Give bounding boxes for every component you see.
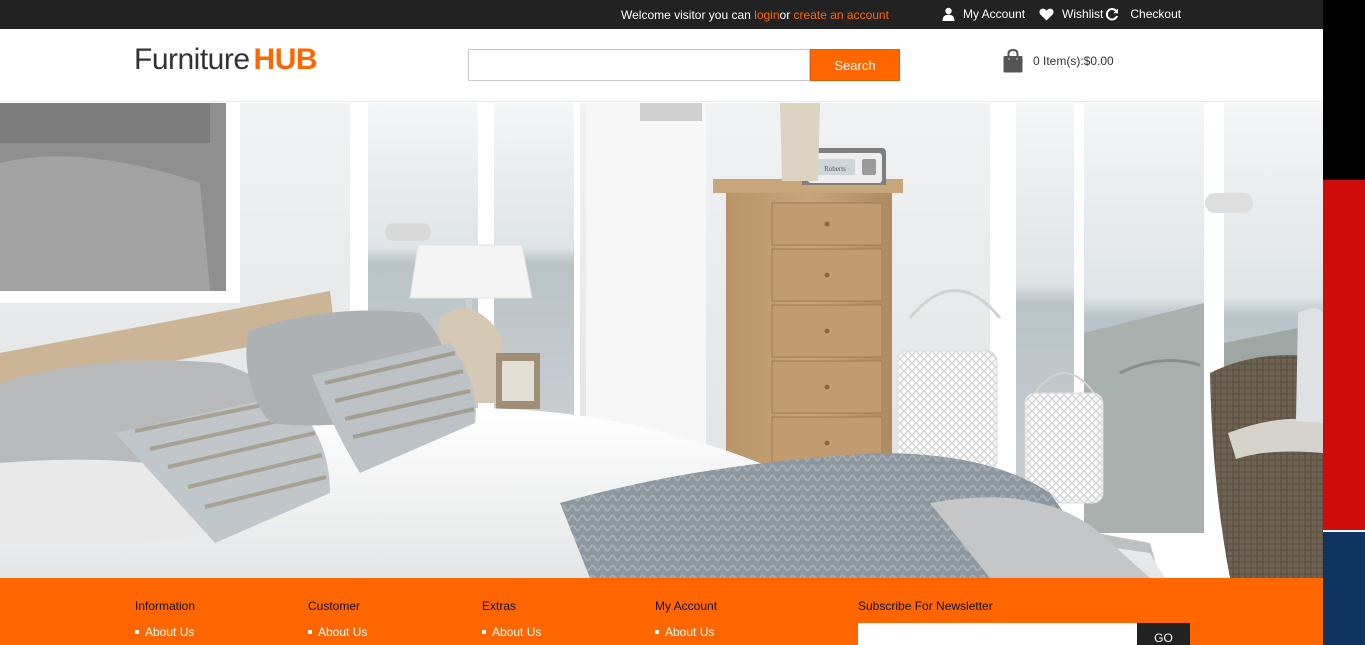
welcome-prefix: Welcome visitor you can: [621, 8, 755, 22]
user-icon: [942, 7, 955, 21]
footer-link-about-us[interactable]: About Us: [308, 625, 367, 639]
search-input[interactable]: [468, 49, 810, 81]
bullet-icon: [482, 630, 486, 634]
search-button[interactable]: Search: [810, 49, 900, 81]
site-footer: Information About Us Customer About Us E…: [0, 578, 1323, 645]
newsletter-email-input[interactable]: [858, 623, 1137, 645]
page: Welcome visitor you can loginor create a…: [0, 0, 1365, 645]
logo-main: Furniture: [134, 43, 250, 76]
create-account-link[interactable]: create an account: [794, 8, 889, 22]
footer-column-extras: Extras About Us: [482, 599, 541, 639]
cart-summary[interactable]: 0 Item(s):$0.00: [1003, 49, 1114, 73]
bullet-icon: [135, 630, 139, 634]
newsletter-section: Subscribe For Newsletter GO: [858, 599, 1190, 645]
or-text: or: [779, 8, 794, 22]
hero-banner[interactable]: Roberts: [0, 103, 1323, 578]
wishlist-label: Wishlist: [1062, 7, 1104, 21]
login-link[interactable]: login: [754, 8, 779, 22]
checkout-label: Checkout: [1130, 7, 1182, 21]
top-bar: Welcome visitor you can loginor create a…: [0, 0, 1323, 29]
refresh-icon: [1106, 8, 1119, 21]
wishlist-link[interactable]: Wishlist: [1039, 7, 1103, 21]
bullet-icon: [655, 630, 659, 634]
my-account-link[interactable]: My Account: [942, 7, 1025, 21]
site-header: Furniture HUB Search 0 Item(s):$0.00: [0, 29, 1323, 102]
bullet-icon: [308, 630, 312, 634]
newsletter-title: Subscribe For Newsletter: [858, 599, 993, 613]
footer-link-label: About Us: [145, 625, 195, 639]
side-strip-black: [1323, 0, 1365, 180]
shopping-bag-icon: [1003, 49, 1023, 73]
newsletter-form: GO: [858, 623, 1190, 645]
footer-link-about-us[interactable]: About Us: [482, 625, 541, 639]
checkout-link[interactable]: Checkout: [1105, 7, 1181, 21]
footer-column-title: Customer: [308, 599, 361, 613]
bedroom-illustration: Roberts: [0, 103, 1323, 578]
footer-link-about-us[interactable]: About Us: [655, 625, 717, 639]
footer-link-label: About Us: [492, 625, 542, 639]
newsletter-go-button[interactable]: GO: [1137, 623, 1190, 645]
my-account-label: My Account: [963, 7, 1026, 21]
side-strip-red: [1323, 180, 1365, 530]
side-strip: [1323, 0, 1365, 645]
footer-column-information: Information About Us: [135, 599, 195, 639]
site-logo[interactable]: Furniture HUB: [134, 43, 318, 77]
cart-summary-text: 0 Item(s):$0.00: [1033, 54, 1114, 68]
footer-column-title: Extras: [482, 599, 517, 613]
heart-icon: [1039, 8, 1054, 20]
footer-link-label: About Us: [318, 625, 368, 639]
side-strip-navy: [1323, 532, 1365, 645]
radio-brand: Roberts: [824, 165, 846, 173]
footer-column-customer: Customer About Us: [308, 599, 367, 639]
footer-column-my-account: My Account About Us: [655, 599, 717, 639]
logo-accent: HUB: [253, 43, 318, 76]
footer-column-title: My Account: [655, 599, 718, 613]
welcome-message: Welcome visitor you can loginor create a…: [621, 8, 889, 22]
footer-link-about-us[interactable]: About Us: [135, 625, 195, 639]
footer-link-label: About Us: [665, 625, 715, 639]
footer-column-title: Information: [135, 599, 196, 613]
top-links: My Account Wishlist Checkout: [942, 7, 1191, 21]
